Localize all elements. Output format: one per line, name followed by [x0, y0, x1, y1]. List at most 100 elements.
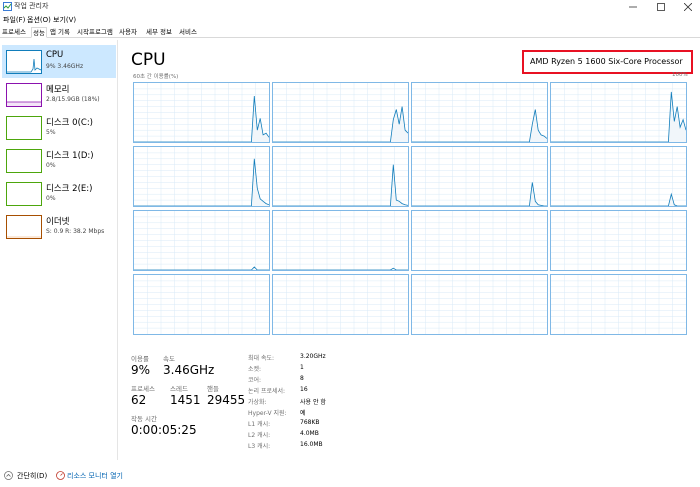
logical-processor-graph — [411, 82, 548, 143]
spec-label: L3 캐시: — [248, 443, 271, 450]
ethernet-thumbnail-fill — [7, 236, 41, 238]
tab-services[interactable]: 서비스 — [178, 27, 198, 38]
spec-value: 4.0MB — [300, 430, 319, 437]
spec-label: L2 캐시: — [248, 432, 271, 439]
spec-value: 1 — [300, 364, 304, 371]
logical-processor-graph — [272, 274, 409, 335]
disk-0-thumbnail-graph — [6, 116, 42, 140]
tab-app-history[interactable]: 앱 기록 — [49, 27, 71, 38]
logical-processor-graph — [550, 210, 687, 271]
cpu-thumbnail-graph — [6, 50, 42, 74]
spec-label: Hyper-V 지원: — [248, 410, 287, 417]
handles-value: 29455 — [207, 393, 246, 407]
logical-processor-graph — [272, 210, 409, 271]
resource-sidebar: CPU 9% 3.46GHz 메모리 2.8/15.9GB (18%) 디스크 … — [0, 40, 118, 460]
sidebar-item-title: 디스크 0(C:) — [46, 118, 94, 128]
tab-details[interactable]: 세부 정보 — [145, 27, 173, 38]
tab-bar: 프로세스 성능 앱 기록 시작프로그램 사용자 세부 정보 서비스 — [0, 26, 700, 38]
sidebar-item-ethernet[interactable]: 이더넷 S: 0.9 R: 38.2 Mbps — [2, 210, 116, 243]
logical-processor-graph — [550, 146, 687, 207]
minimize-icon — [629, 6, 637, 8]
spec-label: 가상화: — [248, 399, 267, 406]
sidebar-item-disk-0[interactable]: 디스크 0(C:) 5% — [2, 111, 116, 144]
processor-name: AMD Ryzen 5 1600 Six-Core Processor — [530, 57, 683, 66]
minimize-button[interactable] — [622, 0, 644, 13]
tab-processes[interactable]: 프로세스 — [1, 27, 27, 38]
footer: 간단히(D) 리소스 모니터 열기 — [0, 468, 700, 487]
spec-label: 소켓: — [248, 366, 262, 373]
tab-startup[interactable]: 시작프로그램 — [76, 27, 114, 38]
spec-label: 논리 프로세서: — [248, 388, 286, 395]
processes-label: 프로세스 — [131, 385, 155, 393]
open-resource-monitor-link[interactable]: 리소스 모니터 열기 — [67, 471, 123, 481]
menu-bar: 파일(F) 옵션(O) 보기(V) — [0, 13, 700, 25]
menu-view[interactable]: 보기(V) — [53, 15, 76, 25]
logical-processor-graph — [411, 210, 548, 271]
maximize-button[interactable] — [650, 0, 672, 13]
speed-label: 속도 — [163, 355, 175, 363]
chevron-up-icon[interactable] — [4, 471, 13, 480]
title-bar: 작업 관리자 — [0, 0, 700, 13]
disk-2-thumbnail-graph — [6, 182, 42, 206]
maximize-icon — [657, 3, 665, 11]
cpu-thumbnail-line — [7, 58, 41, 73]
spec-label: L1 캐시: — [248, 421, 271, 428]
threads-label: 스레드 — [170, 385, 188, 393]
sidebar-item-title: 이더넷 — [46, 217, 70, 227]
sidebar-item-subtitle: 9% 3.46GHz — [46, 63, 84, 70]
spec-value: 768KB — [300, 419, 320, 426]
logical-processor-graph — [272, 146, 409, 207]
sidebar-item-cpu[interactable]: CPU 9% 3.46GHz — [2, 45, 116, 78]
ethernet-thumbnail-graph — [6, 215, 42, 239]
uptime-value: 0:00:05:25 — [131, 423, 197, 437]
disk-1-thumbnail-graph — [6, 149, 42, 173]
menu-file[interactable]: 파일(F) — [3, 15, 25, 25]
task-manager-app-icon — [3, 2, 12, 11]
task-manager-window: 작업 관리자 파일(F) 옵션(O) 보기(V) 프로세스 성능 앱 기록 시작… — [0, 0, 700, 487]
sidebar-item-title: CPU — [46, 50, 64, 60]
logical-processor-graph — [272, 82, 409, 143]
sidebar-item-subtitle: 0% — [46, 162, 56, 169]
logical-processor-graph — [133, 210, 270, 271]
close-icon — [683, 2, 693, 12]
graph-axis-label: 60초 간 이용률(%) — [133, 74, 179, 80]
sidebar-item-subtitle: S: 0.9 R: 38.2 Mbps — [46, 228, 105, 235]
logical-processor-graph — [411, 146, 548, 207]
sidebar-item-disk-1[interactable]: 디스크 1(D:) 0% — [2, 144, 116, 177]
fewer-details-link[interactable]: 간단히(D) — [17, 471, 47, 481]
sidebar-item-memory[interactable]: 메모리 2.8/15.9GB (18%) — [2, 78, 116, 111]
tab-performance[interactable]: 성능 — [31, 27, 47, 38]
logical-processor-graph — [133, 146, 270, 207]
logical-processor-graph — [133, 274, 270, 335]
logical-processor-graph — [133, 82, 270, 143]
close-button[interactable] — [677, 0, 699, 13]
sidebar-item-subtitle: 5% — [46, 129, 56, 136]
sidebar-item-disk-2[interactable]: 디스크 2(E:) 0% — [2, 177, 116, 210]
sidebar-item-subtitle: 2.8/15.9GB (18%) — [46, 96, 100, 103]
logical-processor-graph — [550, 82, 687, 143]
logical-processor-graph — [550, 274, 687, 335]
graph-axis-max: 100% — [672, 72, 688, 78]
spec-value: 사용 안 함 — [300, 399, 326, 406]
spec-value: 8 — [300, 375, 304, 382]
menu-options[interactable]: 옵션(O) — [27, 15, 51, 25]
spec-value: 16 — [300, 386, 308, 393]
speed-value: 3.46GHz — [163, 363, 215, 377]
processes-value: 62 — [131, 393, 147, 407]
sidebar-item-subtitle: 0% — [46, 195, 56, 202]
utilization-label: 이용률 — [131, 355, 149, 363]
utilization-value: 9% — [131, 363, 151, 377]
memory-thumbnail-graph — [6, 83, 42, 107]
sidebar-item-title: 메모리 — [46, 85, 70, 95]
tab-users[interactable]: 사용자 — [118, 27, 138, 38]
spec-label: 최대 속도: — [248, 355, 275, 362]
spec-label: 코어: — [248, 377, 262, 384]
spec-value: 3.20GHz — [300, 353, 326, 360]
handles-label: 핸들 — [207, 385, 219, 393]
spec-value: 예 — [300, 410, 306, 417]
memory-thumbnail-fill — [7, 101, 41, 106]
page-title: CPU — [131, 50, 166, 70]
logical-processor-graph — [411, 274, 548, 335]
resource-monitor-icon — [56, 471, 65, 480]
threads-value: 1451 — [170, 393, 201, 407]
